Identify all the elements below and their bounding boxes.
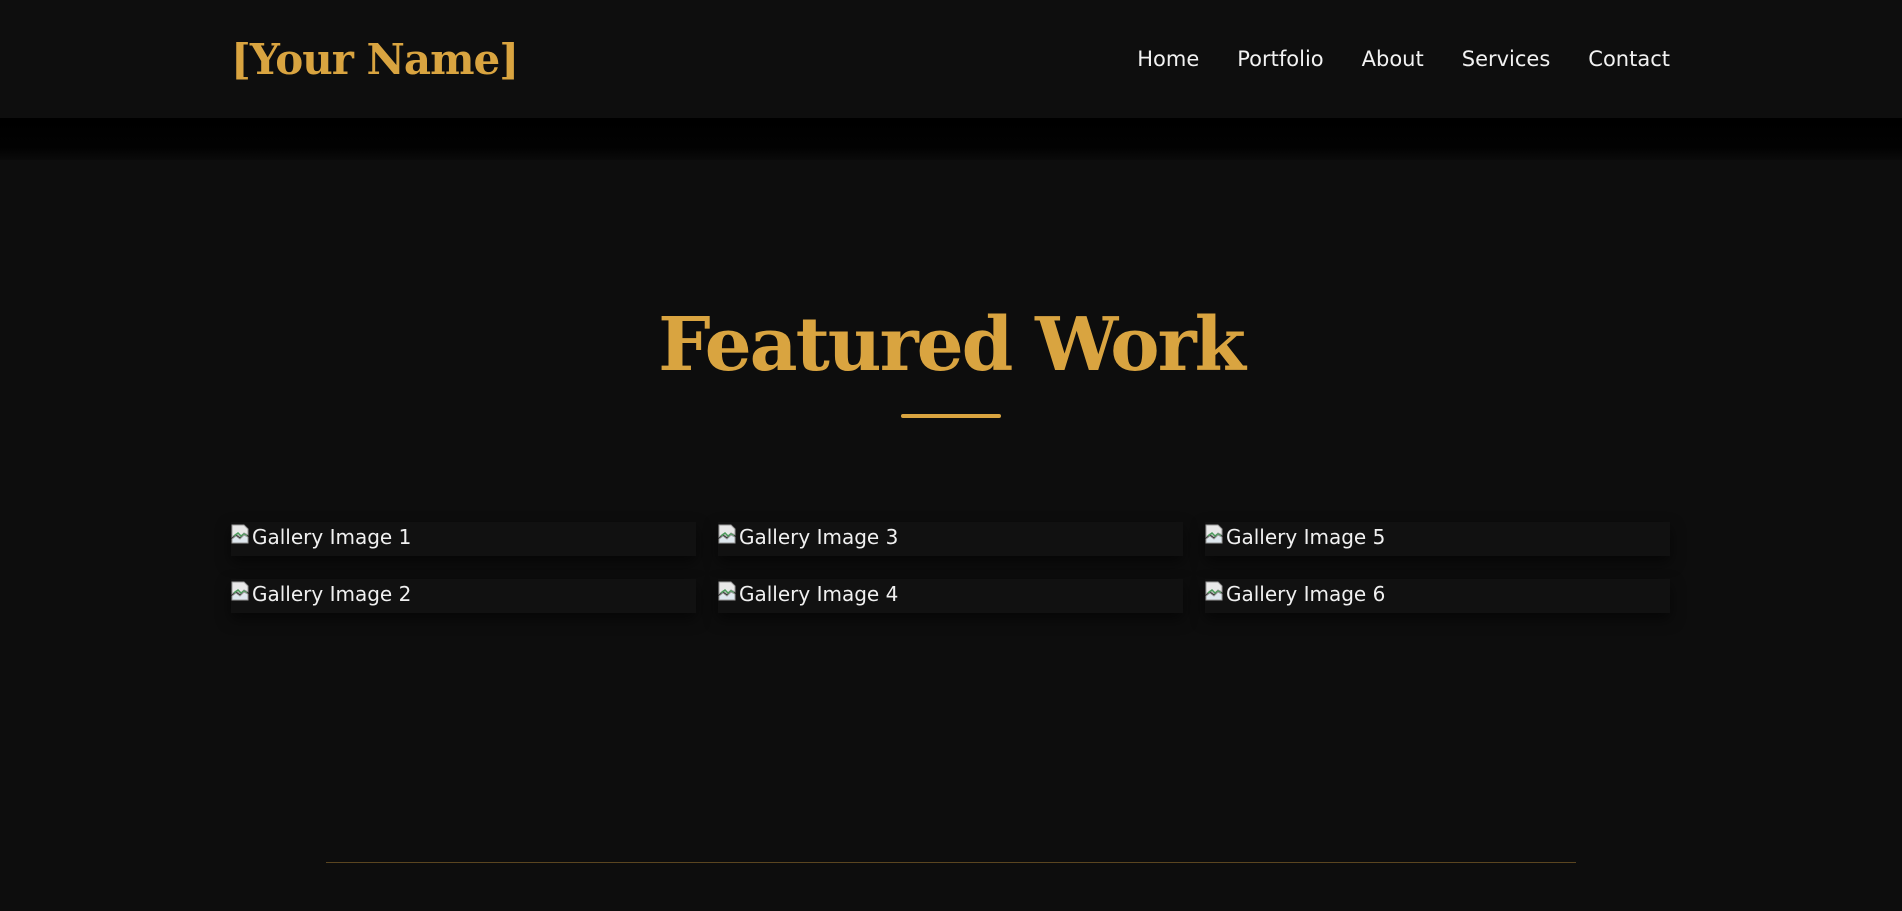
broken-image-icon <box>1205 581 1223 601</box>
gallery-item[interactable]: Gallery Image 6 <box>1205 579 1670 613</box>
broken-image-icon <box>231 581 249 601</box>
gallery-item[interactable]: Gallery Image 4 <box>718 579 1183 613</box>
gallery-image-alt: Gallery Image 2 <box>252 582 412 606</box>
main-nav: Home Portfolio About Services Contact <box>1137 44 1670 74</box>
broken-image-icon <box>231 524 249 544</box>
broken-image-icon <box>718 581 736 601</box>
nav-link-about[interactable]: About <box>1362 44 1424 74</box>
nav-link-home[interactable]: Home <box>1137 44 1199 74</box>
broken-image-icon <box>1205 524 1223 544</box>
gallery-image-alt: Gallery Image 1 <box>252 525 412 549</box>
nav-link-services[interactable]: Services <box>1462 44 1551 74</box>
gallery-image-alt: Gallery Image 4 <box>739 582 899 606</box>
site-logo[interactable]: [Your Name] <box>231 30 519 90</box>
gallery-item[interactable]: Gallery Image 2 <box>231 579 696 613</box>
gallery-item[interactable]: Gallery Image 5 <box>1205 522 1670 556</box>
gallery-image-alt: Gallery Image 5 <box>1226 525 1386 549</box>
gallery-image-alt: Gallery Image 3 <box>739 525 899 549</box>
nav-link-contact[interactable]: Contact <box>1588 44 1670 74</box>
gallery-item[interactable]: Gallery Image 1 <box>231 522 696 556</box>
header-shadow-band <box>0 118 1902 160</box>
title-underline <box>901 414 1001 418</box>
gallery-grid: Gallery Image 1 Gallery Image 2 Gallery … <box>231 522 1671 613</box>
footer-divider <box>326 862 1576 863</box>
site-header: [Your Name] Home Portfolio About Service… <box>0 0 1902 118</box>
gallery-image-alt: Gallery Image 6 <box>1226 582 1386 606</box>
section-title: Featured Work <box>658 302 1246 388</box>
broken-image-icon <box>718 524 736 544</box>
gallery-item[interactable]: Gallery Image 3 <box>718 522 1183 556</box>
nav-link-portfolio[interactable]: Portfolio <box>1237 44 1323 74</box>
